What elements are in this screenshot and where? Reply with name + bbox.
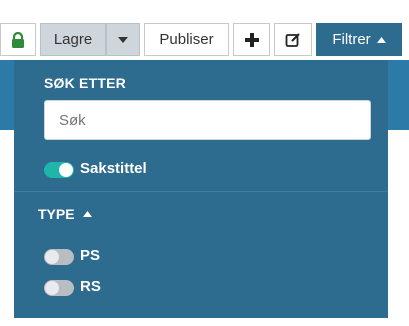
save-button[interactable]: Lagre <box>40 23 106 56</box>
lock-button[interactable] <box>0 23 36 56</box>
caret-up-icon <box>82 211 92 217</box>
type-section-toggle[interactable]: TYPE <box>38 206 92 222</box>
add-button[interactable] <box>233 23 270 56</box>
type-section-title: TYPE <box>38 206 75 222</box>
toggle-knob <box>45 281 59 295</box>
caret-down-icon <box>118 36 128 43</box>
title-search-label: Sakstittel <box>80 160 147 177</box>
publish-button[interactable]: Publiser <box>144 23 229 56</box>
type-rs-toggle[interactable] <box>44 280 74 296</box>
filter-panel: SØK ETTER Sakstittel TYPE PS RS <box>14 60 388 318</box>
filter-button[interactable]: Filtrer <box>316 23 402 56</box>
type-ps-label: PS <box>80 247 101 264</box>
type-rs-label: RS <box>80 278 101 295</box>
toggle-knob <box>59 163 73 177</box>
edit-icon <box>285 32 300 47</box>
type-ps-toggle[interactable] <box>44 249 74 265</box>
title-search-toggle[interactable] <box>44 162 74 178</box>
toggle-knob <box>45 250 59 264</box>
section-divider <box>14 191 388 192</box>
caret-up-icon <box>376 36 386 43</box>
filter-button-label: Filtrer <box>332 31 371 48</box>
edit-button[interactable] <box>274 23 312 56</box>
search-section-title: SØK ETTER <box>44 75 126 91</box>
search-input[interactable] <box>44 100 371 140</box>
lock-icon <box>12 31 24 48</box>
plus-icon <box>244 32 259 47</box>
save-menu-button[interactable] <box>106 23 140 56</box>
